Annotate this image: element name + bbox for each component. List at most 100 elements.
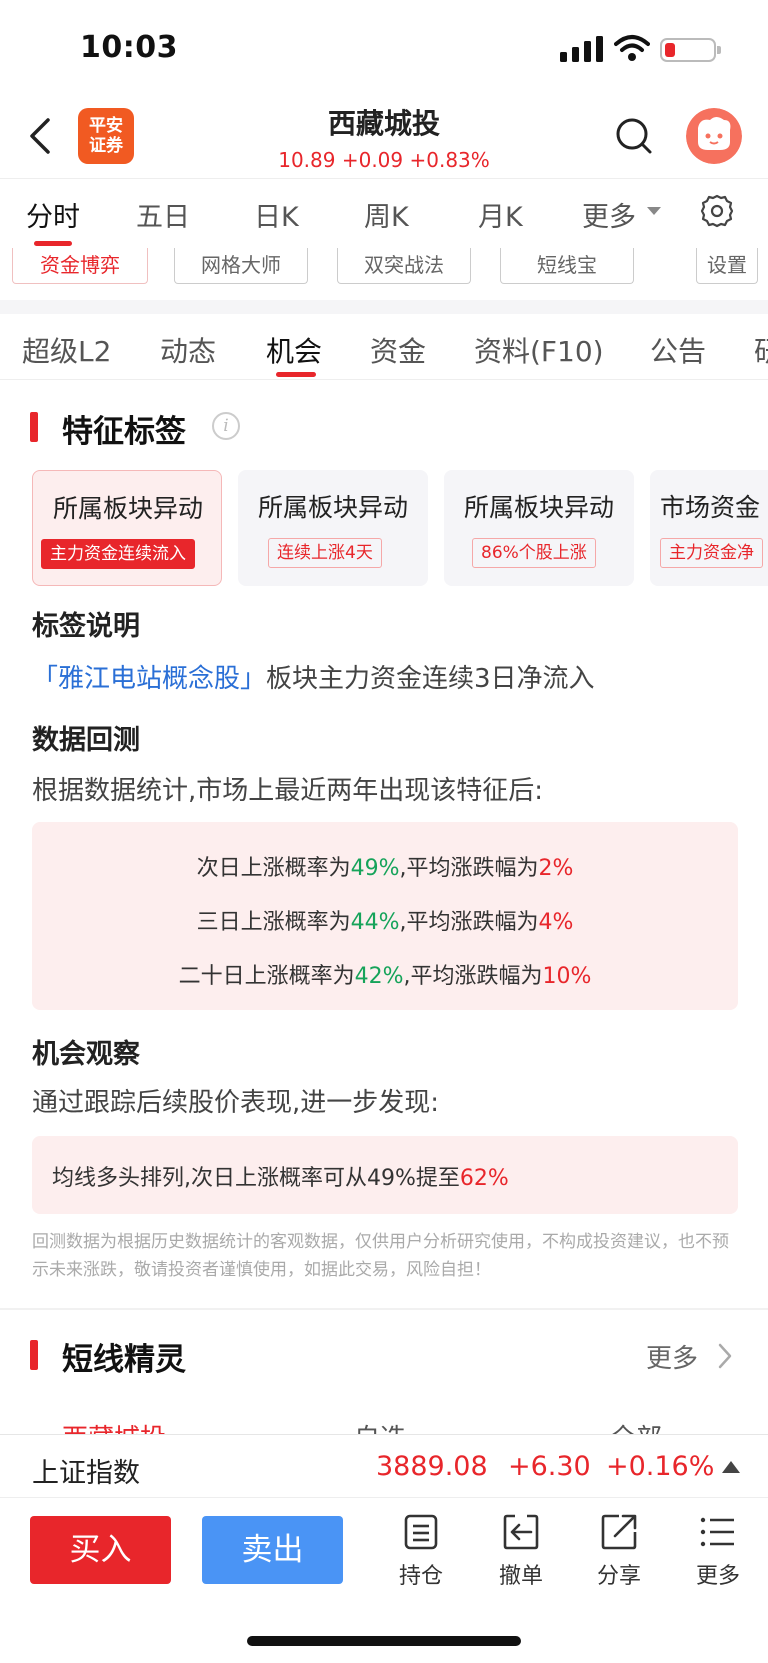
positions-label: 持仓 xyxy=(398,1564,443,1589)
observe-text: 均线多头排列,次日上涨概率可从49%提至62% xyxy=(52,1160,509,1192)
tab-opportunity[interactable]: 机会 xyxy=(266,330,322,370)
index-change-pct: +0.16% xyxy=(606,1451,715,1482)
info-icon[interactable]: i xyxy=(212,412,240,440)
desc-body: 板块主力资金连续3日净流入 xyxy=(266,664,595,694)
stat-probability: 49% xyxy=(350,856,400,881)
feature-card-title: 所属板块异动 xyxy=(463,493,614,522)
stat-row: 二十日上涨概率为42%,平均涨跌幅为10% xyxy=(32,958,738,990)
bottom-action-bar: 买入 卖出 持仓 撤单 分享 更多 xyxy=(0,1498,768,1663)
observe-body: 均线多头排列,次日上涨概率可从49%提至 xyxy=(52,1166,460,1191)
search-icon[interactable] xyxy=(614,116,654,156)
more-actions-button[interactable]: 更多 xyxy=(683,1512,753,1590)
backtest-intro: 根据数据统计,市场上最近两年出现该特征后: xyxy=(32,776,544,806)
tab-f10[interactable]: 资料(F10) xyxy=(474,330,604,370)
tab-research[interactable]: 研 xyxy=(754,330,768,370)
battery-icon xyxy=(660,38,721,62)
gear-icon[interactable] xyxy=(700,194,734,228)
stat-row: 次日上涨概率为49%,平均涨跌幅为2% xyxy=(32,850,738,882)
tool-fund-game[interactable]: 资金博弈 xyxy=(12,248,148,284)
observe-value: 62% xyxy=(459,1166,509,1191)
divider xyxy=(0,1308,768,1310)
stat-change: 4% xyxy=(538,910,574,935)
stat-change: 10% xyxy=(542,964,592,989)
chevron-right-icon[interactable] xyxy=(716,1342,734,1370)
menu-icon xyxy=(700,1517,734,1547)
index-ticker[interactable]: 上证指数 3889.08 +6.30 +0.16% xyxy=(0,1434,768,1498)
observe-box: 均线多头排列,次日上涨概率可从49%提至62% xyxy=(32,1136,738,1214)
stat-probability: 42% xyxy=(354,964,404,989)
share-label: 分享 xyxy=(596,1564,641,1589)
more-link[interactable]: 更多 xyxy=(646,1338,698,1375)
feature-card-badge: 86%个股上涨 xyxy=(472,538,596,568)
positions-icon xyxy=(404,1514,438,1550)
tab-intraday[interactable]: 分时 xyxy=(26,195,80,234)
backtest-stats: 次日上涨概率为49%,平均涨跌幅为2% 三日上涨概率为44%,平均涨跌幅为4% … xyxy=(32,822,738,1010)
stat-label: ,平均涨跌幅为 xyxy=(403,964,543,989)
disclaimer: 回测数据为根据历史数据统计的客观数据，仅供用户分析研究使用，不构成投资建议，也不… xyxy=(32,1232,729,1280)
stat-label: ,平均涨跌幅为 xyxy=(399,910,539,935)
active-tab-indicator xyxy=(34,241,72,246)
more-actions-label: 更多 xyxy=(695,1564,740,1589)
tab-news[interactable]: 动态 xyxy=(160,330,216,370)
tab-weekly-k[interactable]: 周K xyxy=(364,195,409,234)
cancel-order-label: 撤单 xyxy=(498,1564,543,1589)
cancel-order-icon xyxy=(503,1514,539,1550)
tab-super-l2[interactable]: 超级L2 xyxy=(22,330,111,370)
home-indicator[interactable] xyxy=(247,1636,521,1646)
tool-grid-master[interactable]: 网格大师 xyxy=(174,248,308,284)
sell-button[interactable]: 卖出 xyxy=(202,1516,343,1584)
feature-card[interactable]: 所属板块异动 86%个股上涨 xyxy=(444,470,634,586)
stat-change: 2% xyxy=(538,856,574,881)
divider-band xyxy=(0,300,768,314)
feature-card-title: 所属板块异动 xyxy=(257,493,408,522)
observe-intro: 通过跟踪后续股价表现,进一步发现: xyxy=(32,1088,440,1118)
chart-tabs: 分时 五日 日K 周K 月K 更多 xyxy=(0,178,768,246)
feature-card-badge: 主力资金净 xyxy=(660,538,763,568)
feature-card-title: 市场资金 xyxy=(660,493,761,522)
assistant-avatar-icon[interactable] xyxy=(686,108,742,164)
section-title-features: 特征标签 xyxy=(62,414,186,450)
feature-card-title: 所属板块异动 xyxy=(52,494,203,523)
status-time: 10:03 xyxy=(80,30,178,65)
dropdown-caret-icon[interactable] xyxy=(646,205,662,217)
wifi-icon xyxy=(614,35,650,61)
active-subtab-indicator xyxy=(276,372,316,377)
section-accent-bar xyxy=(30,1340,38,1370)
positions-button[interactable]: 持仓 xyxy=(386,1512,456,1590)
feature-card-badge: 主力资金连续流入 xyxy=(41,539,195,569)
stat-label: 二十日上涨概率为 xyxy=(178,964,355,989)
tab-more[interactable]: 更多 xyxy=(582,195,636,234)
stat-label: 三日上涨概率为 xyxy=(196,910,351,935)
index-name: 上证指数 xyxy=(32,1458,140,1489)
desc-label: 标签说明 xyxy=(32,611,140,642)
share-button[interactable]: 分享 xyxy=(584,1512,654,1590)
tool-double-breakout[interactable]: 双突战法 xyxy=(337,248,471,284)
expand-up-icon[interactable] xyxy=(722,1461,740,1473)
tab-daily-k[interactable]: 日K xyxy=(254,195,299,234)
stat-label: 次日上涨概率为 xyxy=(196,856,351,881)
stat-label: ,平均涨跌幅为 xyxy=(399,856,539,881)
feature-card[interactable]: 所属板块异动 主力资金连续流入 xyxy=(32,470,222,586)
tab-monthly-k[interactable]: 月K xyxy=(478,195,523,234)
section-title-short-line: 短线精灵 xyxy=(62,1342,186,1378)
tool-settings[interactable]: 设置 xyxy=(696,248,758,284)
tab-announcement[interactable]: 公告 xyxy=(650,330,706,370)
cancel-order-button[interactable]: 撤单 xyxy=(486,1512,556,1590)
tab-funds[interactable]: 资金 xyxy=(370,330,426,370)
cellular-signal-icon xyxy=(560,36,603,62)
index-value: 3889.08 xyxy=(376,1451,488,1482)
feature-card[interactable]: 所属板块异动 连续上涨4天 xyxy=(238,470,428,586)
buy-button[interactable]: 买入 xyxy=(30,1516,171,1584)
stat-probability: 44% xyxy=(350,910,400,935)
concept-link[interactable]: 「雅江电站概念股」 xyxy=(32,664,266,694)
share-icon xyxy=(601,1514,637,1550)
stat-row: 三日上涨概率为44%,平均涨跌幅为4% xyxy=(32,904,738,936)
feature-card[interactable]: 市场资金 主力资金净 xyxy=(650,470,768,586)
tool-short-line[interactable]: 短线宝 xyxy=(500,248,634,284)
tab-five-day[interactable]: 五日 xyxy=(136,195,190,234)
index-change: +6.30 xyxy=(508,1451,591,1482)
observe-label: 机会观察 xyxy=(32,1039,140,1070)
sub-tabs: 超级L2 动态 机会 资金 资料(F10) 公告 研 xyxy=(0,314,768,380)
desc-text: 「雅江电站概念股」板块主力资金连续3日净流入 xyxy=(32,658,595,695)
backtest-label: 数据回测 xyxy=(32,725,140,756)
